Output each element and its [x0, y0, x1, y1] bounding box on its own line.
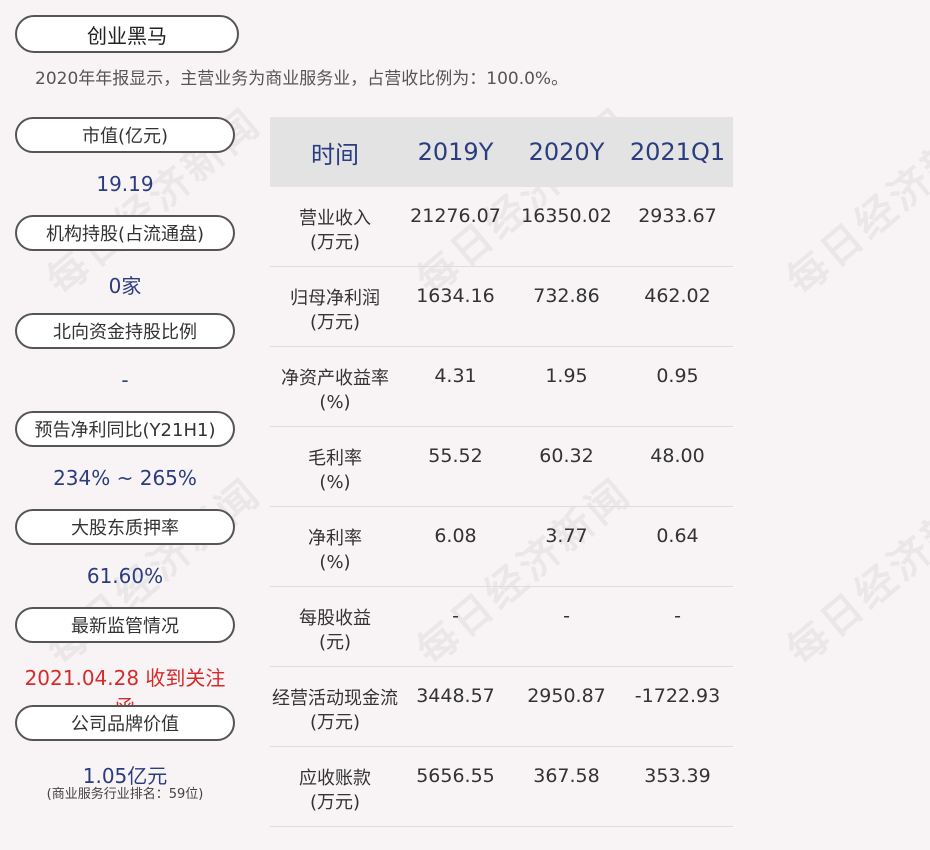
row-value: 5656.55	[416, 765, 495, 787]
row-label-name: 每股收益	[299, 608, 371, 629]
row-value: 60.32	[539, 445, 594, 467]
header-2020y: 2020Y	[528, 138, 605, 166]
row-label: 净利率 (%)	[270, 527, 400, 575]
row-label-unit: (%)	[319, 552, 351, 573]
header-2019y: 2019Y	[417, 138, 494, 166]
row-value: 0.64	[656, 525, 699, 547]
business-summary: 2020年年报显示，主营业务为商业服务业，占营收比例为：100.0%。	[35, 69, 569, 89]
row-value: 353.39	[644, 765, 711, 787]
company-title-text: 创业黑马	[87, 23, 167, 48]
metric-value-institutional-holdings: 0家	[108, 274, 142, 298]
header-2021q1: 2021Q1	[629, 138, 726, 166]
metric-label-regulatory: 最新监管情况	[15, 607, 235, 643]
row-label: 经营活动现金流 (万元)	[270, 687, 400, 735]
row-value: 4.31	[434, 365, 477, 387]
row-label-name: 归母净利润	[290, 288, 380, 309]
metric-value-profit-forecast: 234% ~ 265%	[53, 466, 197, 490]
watermark: 每日经济新闻	[778, 469, 930, 675]
row-label: 应收账款 (万元)	[270, 767, 400, 815]
metric-label-institutional-holdings: 机构持股(占流通盘)	[15, 215, 235, 251]
row-label-name: 毛利率	[308, 448, 362, 469]
row-label-name: 应收账款	[299, 768, 371, 789]
metric-value-pledge-ratio: 61.60%	[86, 564, 164, 588]
brand-rank-note: (商业服务行业排名：59位)	[46, 787, 204, 802]
row-value: -1722.93	[634, 685, 721, 707]
row-label-unit: (万元)	[309, 712, 361, 733]
row-label-name: 经营活动现金流	[272, 688, 398, 709]
row-value: -	[452, 605, 459, 627]
row-value: 462.02	[644, 285, 711, 307]
metric-label-northbound-ratio: 北向资金持股比例	[15, 313, 235, 349]
table-row: 净资产收益率 (%) 4.31 1.95 0.95	[270, 347, 733, 427]
row-label-unit: (万元)	[309, 312, 361, 333]
metric-value-northbound-ratio: -	[121, 368, 129, 392]
table-row: 营业收入 (万元) 21276.07 16350.02 2933.67	[270, 187, 733, 267]
row-value: 21276.07	[410, 205, 501, 227]
row-value: 3.77	[545, 525, 588, 547]
row-value: 16350.02	[521, 205, 612, 227]
row-label-unit: (万元)	[309, 232, 361, 253]
metric-label-market-cap: 市值(亿元)	[15, 117, 235, 153]
row-label-unit: (%)	[319, 392, 351, 413]
row-value: 732.86	[533, 285, 600, 307]
row-value: 2933.67	[638, 205, 717, 227]
row-value: 0.95	[656, 365, 699, 387]
row-value: 367.58	[533, 765, 600, 787]
row-label: 毛利率 (%)	[270, 447, 400, 495]
row-value: 6.08	[434, 525, 477, 547]
row-label-name: 净利率	[308, 528, 362, 549]
metric-label-pledge-ratio: 大股东质押率	[15, 509, 235, 545]
row-value: 1634.16	[416, 285, 495, 307]
row-label: 归母净利润 (万元)	[270, 287, 400, 335]
row-label: 净资产收益率 (%)	[270, 367, 400, 415]
row-label: 营业收入 (万元)	[270, 207, 400, 255]
table-row: 每股收益 (元) - - -	[270, 587, 733, 667]
row-value: 2950.87	[527, 685, 606, 707]
row-value: 55.52	[428, 445, 483, 467]
table-row: 归母净利润 (万元) 1634.16 732.86 462.02	[270, 267, 733, 347]
company-title: 创业黑马	[15, 15, 239, 53]
table-row: 净利率 (%) 6.08 3.77 0.64	[270, 507, 733, 587]
row-label-unit: (%)	[319, 472, 351, 493]
table-row: 毛利率 (%) 55.52 60.32 48.00	[270, 427, 733, 507]
row-value: 1.95	[545, 365, 588, 387]
metric-label-profit-forecast: 预告净利同比(Y21H1)	[15, 411, 235, 447]
row-label-name: 营业收入	[299, 208, 371, 229]
header-time: 时间	[311, 140, 359, 169]
row-value: 48.00	[650, 445, 705, 467]
table-row: 应收账款 (万元) 5656.55 367.58 353.39	[270, 747, 733, 827]
row-value: 3448.57	[416, 685, 495, 707]
metric-label-brand-value: 公司品牌价值	[15, 705, 235, 741]
row-value: -	[563, 605, 570, 627]
table-row: 经营活动现金流 (万元) 3448.57 2950.87 -1722.93	[270, 667, 733, 747]
row-label-unit: (万元)	[309, 792, 361, 813]
row-label-name: 净资产收益率	[281, 368, 389, 389]
table-header: 时间 2019Y 2020Y 2021Q1	[270, 117, 733, 187]
watermark: 每日经济新闻	[778, 99, 930, 305]
row-label-unit: (元)	[318, 632, 352, 653]
row-label: 每股收益 (元)	[270, 607, 400, 655]
metric-value-market-cap: 19.19	[96, 172, 154, 196]
financial-table: 时间 2019Y 2020Y 2021Q1 营业收入 (万元) 21276.07 …	[270, 117, 733, 827]
row-value: -	[674, 605, 681, 627]
